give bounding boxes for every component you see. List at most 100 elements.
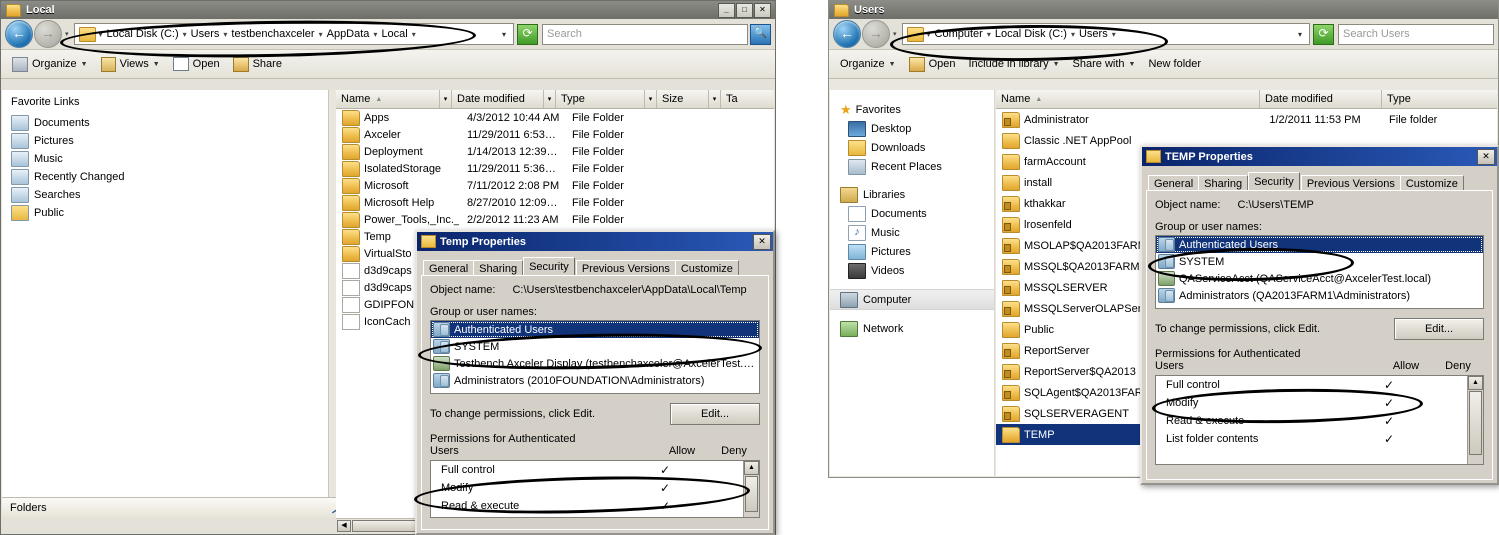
history-dropdown-icon[interactable]: ▾ [63, 30, 71, 38]
tab-sharing[interactable]: Sharing [1198, 175, 1249, 190]
forward-arrow-icon[interactable]: → [862, 20, 890, 48]
permission-row[interactable]: Read & execute ✓ [1156, 412, 1467, 430]
permission-row[interactable]: Modify ✓ [431, 479, 743, 497]
permissions-scrollbar[interactable]: ▲ [743, 461, 759, 517]
table-row[interactable]: Microsoft 7/11/2012 2:08 PM File Folder [336, 177, 774, 194]
permission-allow-check[interactable]: ✓ [639, 463, 691, 477]
breadcrumb-item-2[interactable]: testbenchaxceler [228, 28, 317, 40]
nav-item-downloads[interactable]: Downloads [830, 138, 994, 157]
scroll-up-icon[interactable]: ▲ [744, 461, 759, 475]
scroll-track[interactable] [352, 520, 417, 532]
breadcrumb-dropdown-icon[interactable]: ▾ [497, 30, 511, 39]
permission-allow-check[interactable]: ✓ [1363, 414, 1415, 428]
share-with-button[interactable]: Share with ▼ [1068, 56, 1141, 72]
tab-general[interactable]: General [423, 260, 475, 275]
breadcrumb-item-1[interactable]: Local Disk (C:) [992, 28, 1070, 40]
close-icon[interactable]: ✕ [753, 233, 771, 250]
breadcrumb-dropdown-icon[interactable]: ▾ [1293, 30, 1307, 39]
views-button[interactable]: Views ▼ [96, 55, 165, 74]
edit-button[interactable]: Edit... [670, 403, 760, 425]
nav-item-desktop[interactable]: Desktop [830, 119, 994, 138]
tab-general[interactable]: General [1148, 175, 1200, 190]
tab-previous-versions[interactable]: Previous Versions [575, 260, 676, 275]
table-row[interactable]: Microsoft Help 8/27/2010 12:09… File Folde… [336, 194, 774, 211]
search-input[interactable]: Search [542, 23, 748, 45]
breadcrumb-item-0[interactable]: Local Disk (C:) [104, 28, 182, 40]
permission-row[interactable]: Full control ✓ [1156, 376, 1467, 394]
favorite-link-recently-changed[interactable]: Recently Changed [2, 168, 335, 186]
permission-row[interactable]: Full control ✓ [431, 461, 743, 479]
organize-button[interactable]: Organize ▼ [7, 55, 93, 74]
favorite-link-documents[interactable]: Documents [2, 114, 335, 132]
favorite-link-music[interactable]: Music [2, 150, 335, 168]
column-size-dropdown-icon[interactable]: ▾ [709, 90, 721, 108]
column-tags[interactable]: Ta [721, 90, 761, 108]
nav-item-recent-places[interactable]: Recent Places [830, 157, 994, 176]
permission-allow-check[interactable]: ✓ [1363, 432, 1415, 446]
minimize-button[interactable]: _ [718, 2, 735, 18]
column-date-modified[interactable]: Date modified [1260, 90, 1382, 108]
left-hscrollbar[interactable]: ◀ [336, 518, 418, 533]
column-size[interactable]: Size [657, 90, 709, 108]
breadcrumb[interactable]: ▾ Local Disk (C:) ▾ Users ▾ testbenchaxc… [73, 23, 514, 45]
open-button[interactable]: Open [904, 55, 961, 74]
permissions-list[interactable]: Full control ✓ Modify ✓ Read & execute ✓ ▲ [430, 460, 760, 518]
column-type-dropdown-icon[interactable]: ▾ [645, 90, 657, 108]
forward-arrow-icon[interactable]: → [34, 20, 62, 48]
favorite-link-public[interactable]: Public [2, 204, 335, 222]
breadcrumb[interactable]: ▾ Computer ▾ Local Disk (C:) ▾ Users ▾ ▾ [901, 23, 1310, 45]
nav-item-favorites[interactable]: ★ Favorites [830, 100, 994, 119]
scroll-left-icon[interactable]: ◀ [337, 520, 351, 532]
table-row[interactable]: Power_Tools,_Inc._… 2/2/2012 11:23 AM File… [336, 211, 774, 228]
favorite-link-searches[interactable]: Searches [2, 186, 335, 204]
permission-allow-check[interactable]: ✓ [639, 481, 691, 495]
back-arrow-icon[interactable]: ← [5, 20, 33, 48]
breadcrumb-item-3[interactable]: AppData [324, 28, 373, 40]
back-arrow-icon[interactable]: ← [833, 20, 861, 48]
breadcrumb-item-2[interactable]: Users [1076, 28, 1111, 40]
tab-security[interactable]: Security [1248, 172, 1300, 190]
group-user-listbox[interactable]: Authenticated Users SYSTEM QAServiceAcct (… [1155, 235, 1484, 309]
table-row[interactable]: Apps 4/3/2012 10:44 AM File Folder [336, 109, 774, 126]
permission-row[interactable]: Modify ✓ [1156, 394, 1467, 412]
group-list-item[interactable]: Administrators (QA2013FARM1\Administrato… [1156, 287, 1483, 304]
share-button[interactable]: Share [228, 55, 287, 74]
column-type[interactable]: Type [1382, 90, 1492, 108]
breadcrumb-item-1[interactable]: Users [188, 28, 223, 40]
search-input[interactable]: Search Users [1338, 23, 1494, 45]
maximize-button[interactable]: □ [736, 2, 753, 18]
table-row[interactable]: Administrator 1/2/2011 11:53 PM File folde… [996, 109, 1497, 130]
group-user-listbox[interactable]: Authenticated Users SYSTEM Testbench Axcel… [430, 320, 760, 394]
favorite-link-pictures[interactable]: Pictures [2, 132, 335, 150]
scroll-thumb[interactable] [745, 476, 758, 512]
tab-security[interactable]: Security [523, 257, 575, 275]
nav-item-pictures[interactable]: Pictures [830, 242, 994, 261]
column-type[interactable]: Type [556, 90, 645, 108]
permission-allow-check[interactable]: ✓ [639, 499, 691, 513]
permissions-scrollbar[interactable]: ▲ [1467, 376, 1483, 464]
refresh-icon[interactable]: ⟳ [517, 23, 538, 45]
permission-allow-check[interactable]: ✓ [1363, 378, 1415, 392]
history-dropdown-icon[interactable]: ▾ [891, 30, 899, 38]
scroll-up-icon[interactable]: ▲ [1468, 376, 1483, 390]
column-name-dropdown-icon[interactable]: ▾ [440, 90, 452, 108]
table-row[interactable]: IsolatedStorage 11/29/2011 5:36… File Fold… [336, 160, 774, 177]
scroll-thumb[interactable] [1469, 391, 1482, 455]
nav-item-computer[interactable]: Computer [830, 289, 994, 310]
tab-customize[interactable]: Customize [674, 260, 739, 275]
group-list-item[interactable]: Authenticated Users [1156, 236, 1483, 253]
nav-item-videos[interactable]: Videos [830, 261, 994, 280]
permissions-list[interactable]: Full control ✓ Modify ✓ Read & execute ✓ List … [1155, 375, 1484, 465]
column-name[interactable]: Name ▲ [996, 90, 1260, 108]
permission-row[interactable]: List folder contents ✓ [1156, 430, 1467, 448]
refresh-icon[interactable]: ⟳ [1313, 23, 1334, 45]
folders-bar[interactable]: Folders ︿ [2, 497, 351, 518]
tab-previous-versions[interactable]: Previous Versions [1300, 175, 1401, 190]
close-icon[interactable]: ✕ [1477, 148, 1495, 165]
favorites-scrollbar[interactable] [328, 90, 336, 497]
table-row[interactable]: Deployment 1/14/2013 12:39… File Folder [336, 143, 774, 160]
group-list-item[interactable]: Administrators (2010FOUNDATION\Administr… [431, 372, 759, 389]
tab-customize[interactable]: Customize [1399, 175, 1464, 190]
permission-allow-check[interactable]: ✓ [1363, 396, 1415, 410]
group-list-item[interactable]: SYSTEM [1156, 253, 1483, 270]
